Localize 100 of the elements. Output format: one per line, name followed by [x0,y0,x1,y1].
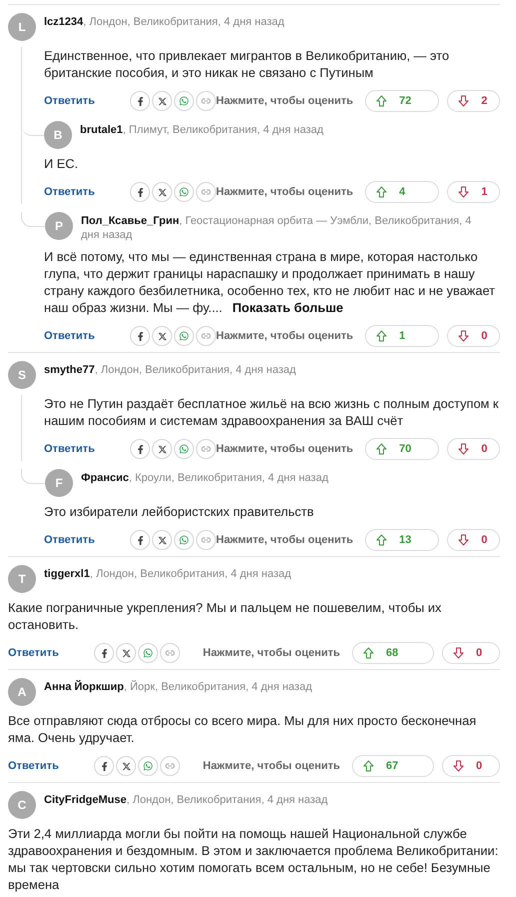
rate-prompt: Нажмите, чтобы оценить [202,760,340,772]
x-icon [158,96,166,106]
x-share-button[interactable] [152,326,172,346]
facebook-share-button[interactable] [130,182,150,202]
comment-text: Эти 2,4 миллиарда могли бы пойти на помощь нашей Национальной службе здравоохранения и бездомным. В этом и заключается проблема Великобритании: мы так чертовски сильно хотим помогать всем остальным, но не себе! Безумные времена [8,825,500,893]
x-icon [158,444,166,454]
down-arrow-icon [458,186,470,198]
facebook-icon [136,536,144,544]
down-arrow-icon [453,647,464,659]
comment-byline: Пол_Ксавье_Грин, Геостационарная орбита — Уэмбли, Великобритания, 4 дня назад [81,214,472,242]
upvote-button[interactable]: 70 [365,438,440,460]
avatar: S [8,361,36,389]
facebook-share-button[interactable] [130,439,150,459]
x-icon [158,536,166,544]
comment-text: И ЕС. [44,155,80,172]
x-share-button[interactable] [152,182,172,202]
facebook-share-button[interactable] [130,530,150,550]
up-arrow-icon [376,186,388,198]
x-share-button[interactable] [152,91,172,111]
up-arrow-icon [363,647,374,659]
x-icon [158,332,166,340]
upvote-button[interactable]: 67 [352,755,434,777]
whatsapp-icon [143,648,153,658]
comment-text: Это не Путин раздаёт бесплатное жильё на всю жизнь с полным доступом к нашим пособиям и системам здравоохранения за ВАШ счёт [44,395,500,429]
link-icon [201,444,211,454]
avatar: B [44,121,72,149]
show-more-link[interactable]: Показать больше [232,300,344,315]
whatsapp-icon [179,331,189,341]
reply-link[interactable]: Ответить [44,95,130,107]
facebook-share-button[interactable] [94,643,114,663]
downvote-button[interactable]: 0 [442,755,500,777]
facebook-icon [136,332,144,340]
whatsapp-icon [179,535,189,545]
up-arrow-icon [363,760,374,772]
facebook-icon [136,96,144,106]
facebook-icon [100,648,108,658]
down-arrow-icon [458,95,470,107]
facebook-icon [100,762,108,770]
downvote-button[interactable]: 0 [447,529,500,551]
link-icon [201,96,211,106]
comment-byline: smythe77, Лондон, Великобритания, 4 дня назад [44,363,296,377]
reply-link[interactable]: Ответить [8,760,94,772]
whatsapp-icon [179,187,189,197]
upvote-button[interactable]: 68 [352,642,434,664]
reply-link[interactable]: Ответить [44,330,130,342]
reply-link[interactable]: Ответить [44,443,130,455]
rate-prompt: Нажмите, чтобы оценить [216,443,354,455]
facebook-icon [136,188,144,196]
whatsapp-icon [143,761,153,771]
up-arrow-icon [376,95,388,107]
comment-text: Какие пограничные укрепления? Мы и пальцем не пошевелим, чтобы их остановить. [8,599,442,633]
facebook-share-button[interactable] [130,326,150,346]
downvote-button[interactable]: 2 [447,90,500,112]
upvote-button[interactable]: 4 [365,181,440,203]
comment-byline: lcz1234, Лондон, Великобритания, 4 дня назад [44,15,284,29]
upvote-button[interactable]: 72 [365,90,440,112]
down-arrow-icon [458,330,470,342]
x-share-button[interactable] [152,530,172,550]
facebook-icon [136,444,144,454]
x-icon [158,188,166,196]
facebook-share-button[interactable] [130,91,150,111]
upvote-button[interactable]: 1 [365,325,440,347]
avatar: A [8,678,36,706]
link-icon [201,331,211,341]
thread-connector [21,212,45,227]
avatar: T [8,565,36,593]
up-arrow-icon [376,330,388,342]
link-icon [165,761,175,771]
downvote-button[interactable]: 0 [447,438,500,460]
comment-byline: Анна Йоркшир, Йорк, Великобритания, 4 дня назад [44,679,312,694]
reply-link[interactable]: Ответить [8,647,94,659]
whatsapp-icon [179,444,189,454]
comment-byline: tiggerxl1, Лондон, Великобритания, 4 дня назад [44,567,292,581]
comment-text: Все отправляют сюда отбросы со всего мира. Мы для них просто бесконечная яма. Очень удручает. [8,712,478,746]
rate-prompt: Нажмите, чтобы оценить [216,330,354,342]
rate-prompt: Нажмите, чтобы оценить [216,534,354,546]
facebook-share-button[interactable] [94,756,114,776]
comment-text: Это избиратели лейбористских правительств [44,503,315,520]
comment-byline: Франсис, Кроули, Великобритания, 4 дня назад [81,471,328,485]
downvote-button[interactable]: 1 [447,181,500,203]
x-share-button[interactable] [116,643,136,663]
upvote-button[interactable]: 13 [365,529,440,551]
x-icon [122,762,130,770]
avatar: F [45,469,73,497]
up-arrow-icon [376,443,388,455]
down-arrow-icon [453,760,464,772]
x-share-button[interactable] [116,756,136,776]
thread-connector [21,469,45,484]
link-icon [165,648,175,658]
downvote-button[interactable]: 0 [447,325,500,347]
down-arrow-icon [458,534,470,546]
reply-link[interactable]: Ответить [44,186,130,198]
x-share-button[interactable] [152,439,172,459]
comment-text: И всё потому, что мы — единственная страна в мире, которая настолько глупа, что держит границы нараспашку и продолжает принимать в нашу страну каждого безбилетника, особенно тех, кто не любит нас и не уважает наш образ жизни. Мы — фу.... Показать больше [44,248,496,316]
reply-link[interactable]: Ответить [44,534,130,546]
comment-text: Единственное, что привлекает мигрантов в Великобританию, — это британские пособия, и это никак не связано с Путиным [44,47,450,81]
downvote-button[interactable]: 0 [442,642,500,664]
rate-prompt: Нажмите, чтобы оценить [216,186,354,198]
link-icon [201,535,211,545]
up-arrow-icon [376,534,388,546]
